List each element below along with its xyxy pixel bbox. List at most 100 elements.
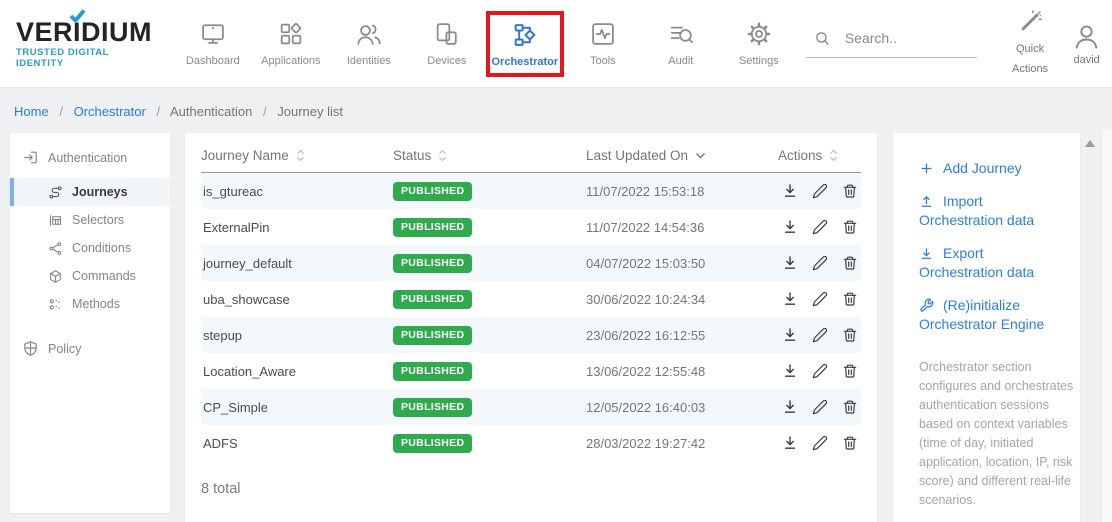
status-badge: PUBLISHED [393,254,472,273]
header-actions[interactable]: Actions [778,148,861,163]
veridium-logo[interactable]: VERIDIUM TRUSTED DIGITAL IDENTITY [16,19,154,69]
journey-table: Journey Name Status Last Updated On Acti… [185,133,877,522]
edit-icon[interactable] [812,183,828,199]
download-icon[interactable] [782,183,798,199]
logo-text: DIUM [81,19,152,46]
search-input[interactable] [845,30,973,46]
table-body: is_gtureac PUBLISHED 11/07/2022 15:53:18… [201,173,861,461]
devices-icon [433,20,461,48]
login-icon [22,149,39,166]
magic-wand-icon [1017,8,1044,35]
sidebar-group-policy[interactable]: Policy [10,318,170,369]
edit-icon[interactable] [812,219,828,235]
identities-icon [355,20,383,48]
user-menu[interactable]: david [1061,21,1112,66]
chevron-down-icon [695,152,706,159]
table-row: stepup PUBLISHED 23/06/2022 16:12:55 [201,317,861,353]
edit-icon[interactable] [812,255,828,271]
breadcrumb: Home / Orchestrator / Authentication / J… [0,88,1112,119]
delete-icon[interactable] [842,399,858,415]
last-updated: 11/07/2022 15:53:18 [586,184,778,199]
sidebar-item-label: Selectors [72,213,124,227]
export-orchestration-link[interactable]: Export Orchestration data [919,244,1068,282]
nav-item-settings[interactable]: Settings [720,20,798,67]
download-icon[interactable] [782,363,798,379]
orchestrator-description: Orchestrator section configures and orch… [919,358,1077,510]
edit-icon[interactable] [812,327,828,343]
delete-icon[interactable] [842,219,858,235]
edit-icon[interactable] [812,363,828,379]
nav-label: Tools [590,55,616,67]
status-badge: PUBLISHED [393,362,472,381]
breadcrumb-authentication: Authentication [170,104,252,119]
quick-actions-label: Quick Actions [1003,39,1057,80]
table-row: Location_Aware PUBLISHED 13/06/2022 12:5… [201,353,861,389]
delete-icon[interactable] [842,435,858,451]
branch-icon [48,241,63,256]
applications-icon [277,20,305,48]
delete-icon[interactable] [842,183,858,199]
table-header-row: Journey Name Status Last Updated On Acti… [201,133,861,173]
shield-icon [22,340,39,357]
journey-name: Location_Aware [201,364,393,379]
status-badge: PUBLISHED [393,182,472,201]
sidebar-group-authentication[interactable]: Authentication [10,133,170,178]
nav-item-identities[interactable]: Identities [330,20,408,67]
nav-item-devices[interactable]: Devices [408,20,486,67]
table-row: ExternalPin PUBLISHED 11/07/2022 14:54:3… [201,209,861,245]
nav-item-tools[interactable]: Tools [564,20,642,67]
sidebar-item-methods[interactable]: Methods [10,290,170,318]
plus-icon [919,161,934,176]
audit-icon [667,20,695,48]
download-underline-icon [919,246,934,261]
breadcrumb-separator: / [156,104,160,119]
sidebar-item-selectors[interactable]: Selectors [10,206,170,234]
last-updated: 04/07/2022 15:03:50 [586,256,778,271]
reinitialize-engine-link[interactable]: (Re)initialize Orchestrator Engine [919,296,1068,334]
delete-icon[interactable] [842,363,858,379]
status-badge: PUBLISHED [393,290,472,309]
settings-icon [745,20,773,48]
quick-actions-button[interactable]: Quick Actions [1003,8,1057,80]
delete-icon[interactable] [842,255,858,271]
nav-item-applications[interactable]: Applications [252,20,330,67]
header-last-updated[interactable]: Last Updated On [586,148,778,163]
header-status[interactable]: Status [393,148,586,163]
sidebar-item-label: Commands [72,269,136,283]
sidebar-group-label: Policy [48,342,81,356]
download-icon[interactable] [782,291,798,307]
download-icon[interactable] [782,219,798,235]
last-updated: 23/06/2022 16:12:55 [586,328,778,343]
nav-item-orchestrator[interactable]: Orchestrator [486,11,564,77]
download-icon[interactable] [782,255,798,271]
scroll-up-arrow[interactable] [1085,140,1095,147]
journey-name: stepup [201,328,393,343]
download-icon[interactable] [782,327,798,343]
last-updated: 13/06/2022 12:55:48 [586,364,778,379]
breadcrumb-home[interactable]: Home [14,104,49,119]
journey-name: is_gtureac [201,184,393,199]
delete-icon[interactable] [842,291,858,307]
nav-item-dashboard[interactable]: Dashboard [174,20,252,67]
nav-label: Settings [739,55,779,67]
last-updated: 30/06/2022 10:24:34 [586,292,778,307]
add-journey-link[interactable]: Add Journey [919,159,1068,178]
delete-icon[interactable] [842,327,858,343]
download-icon[interactable] [782,435,798,451]
sidebar-item-conditions[interactable]: Conditions [10,234,170,262]
edit-icon[interactable] [812,399,828,415]
journey-name: uba_showcase [201,292,393,307]
sidebar-item-label: Journeys [72,185,128,199]
import-orchestration-link[interactable]: Import Orchestration data [919,192,1068,230]
edit-icon[interactable] [812,435,828,451]
journey-name: CP_Simple [201,400,393,415]
scrollbar-track[interactable] [1101,130,1112,522]
header-journey-name[interactable]: Journey Name [201,148,393,163]
sidebar-item-journeys[interactable]: Journeys [10,178,170,206]
methods-dots-icon [48,297,63,312]
nav-item-audit[interactable]: Audit [642,20,720,67]
edit-icon[interactable] [812,291,828,307]
sidebar-item-commands[interactable]: Commands [10,262,170,290]
download-icon[interactable] [782,399,798,415]
breadcrumb-orchestrator[interactable]: Orchestrator [74,104,146,119]
